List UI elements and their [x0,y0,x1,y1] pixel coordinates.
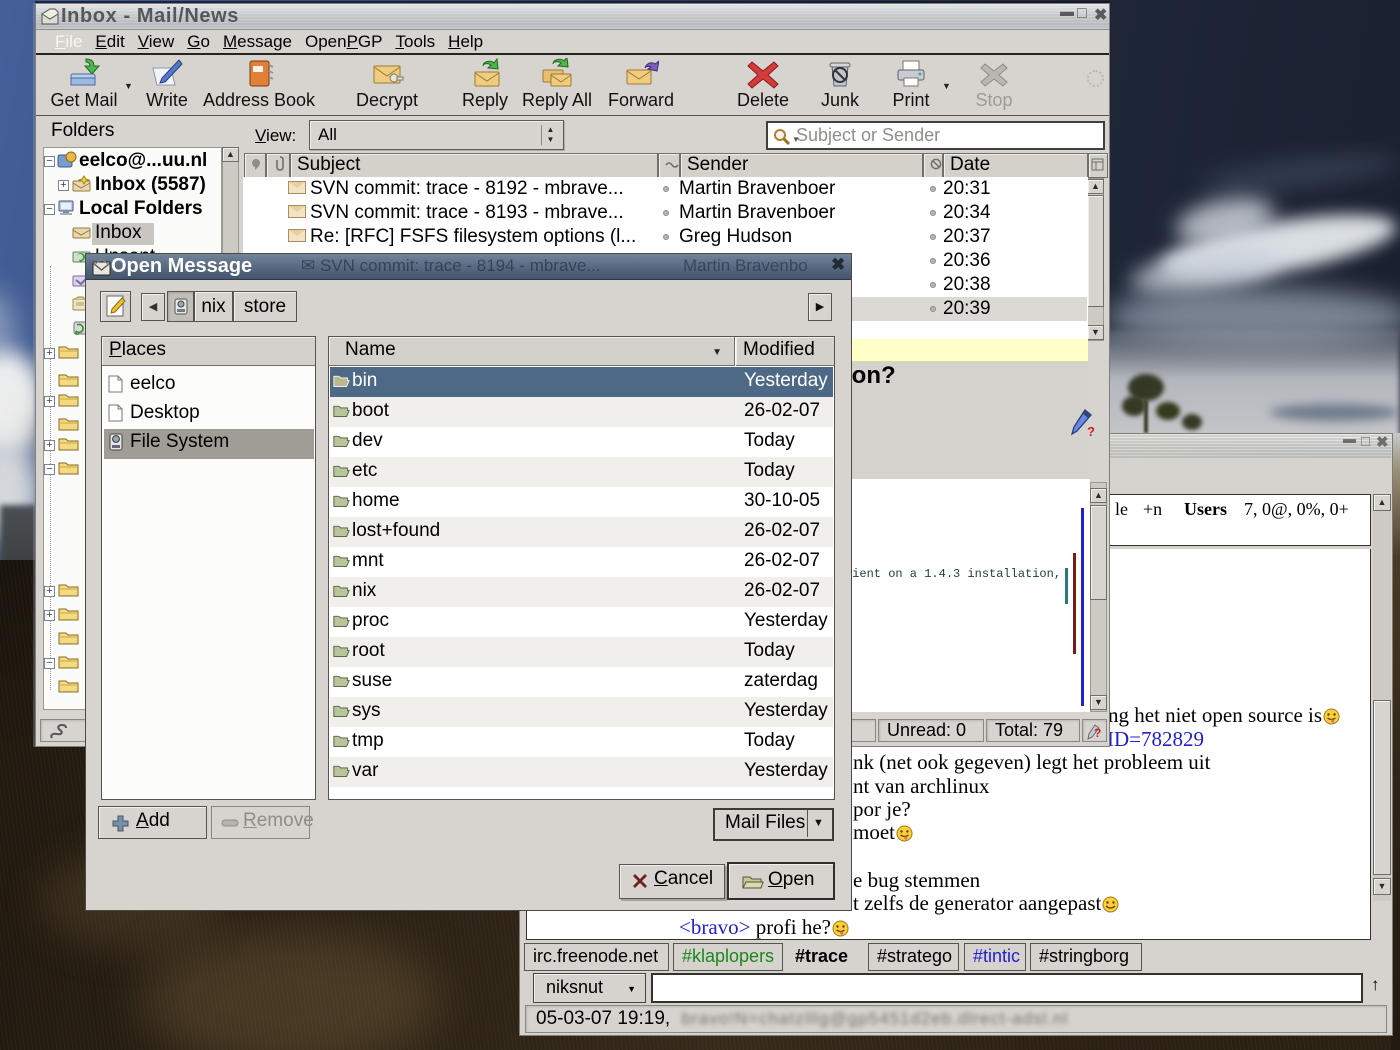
svg-text:?: ? [1094,726,1101,740]
svg-text:?: ? [1087,424,1095,438]
